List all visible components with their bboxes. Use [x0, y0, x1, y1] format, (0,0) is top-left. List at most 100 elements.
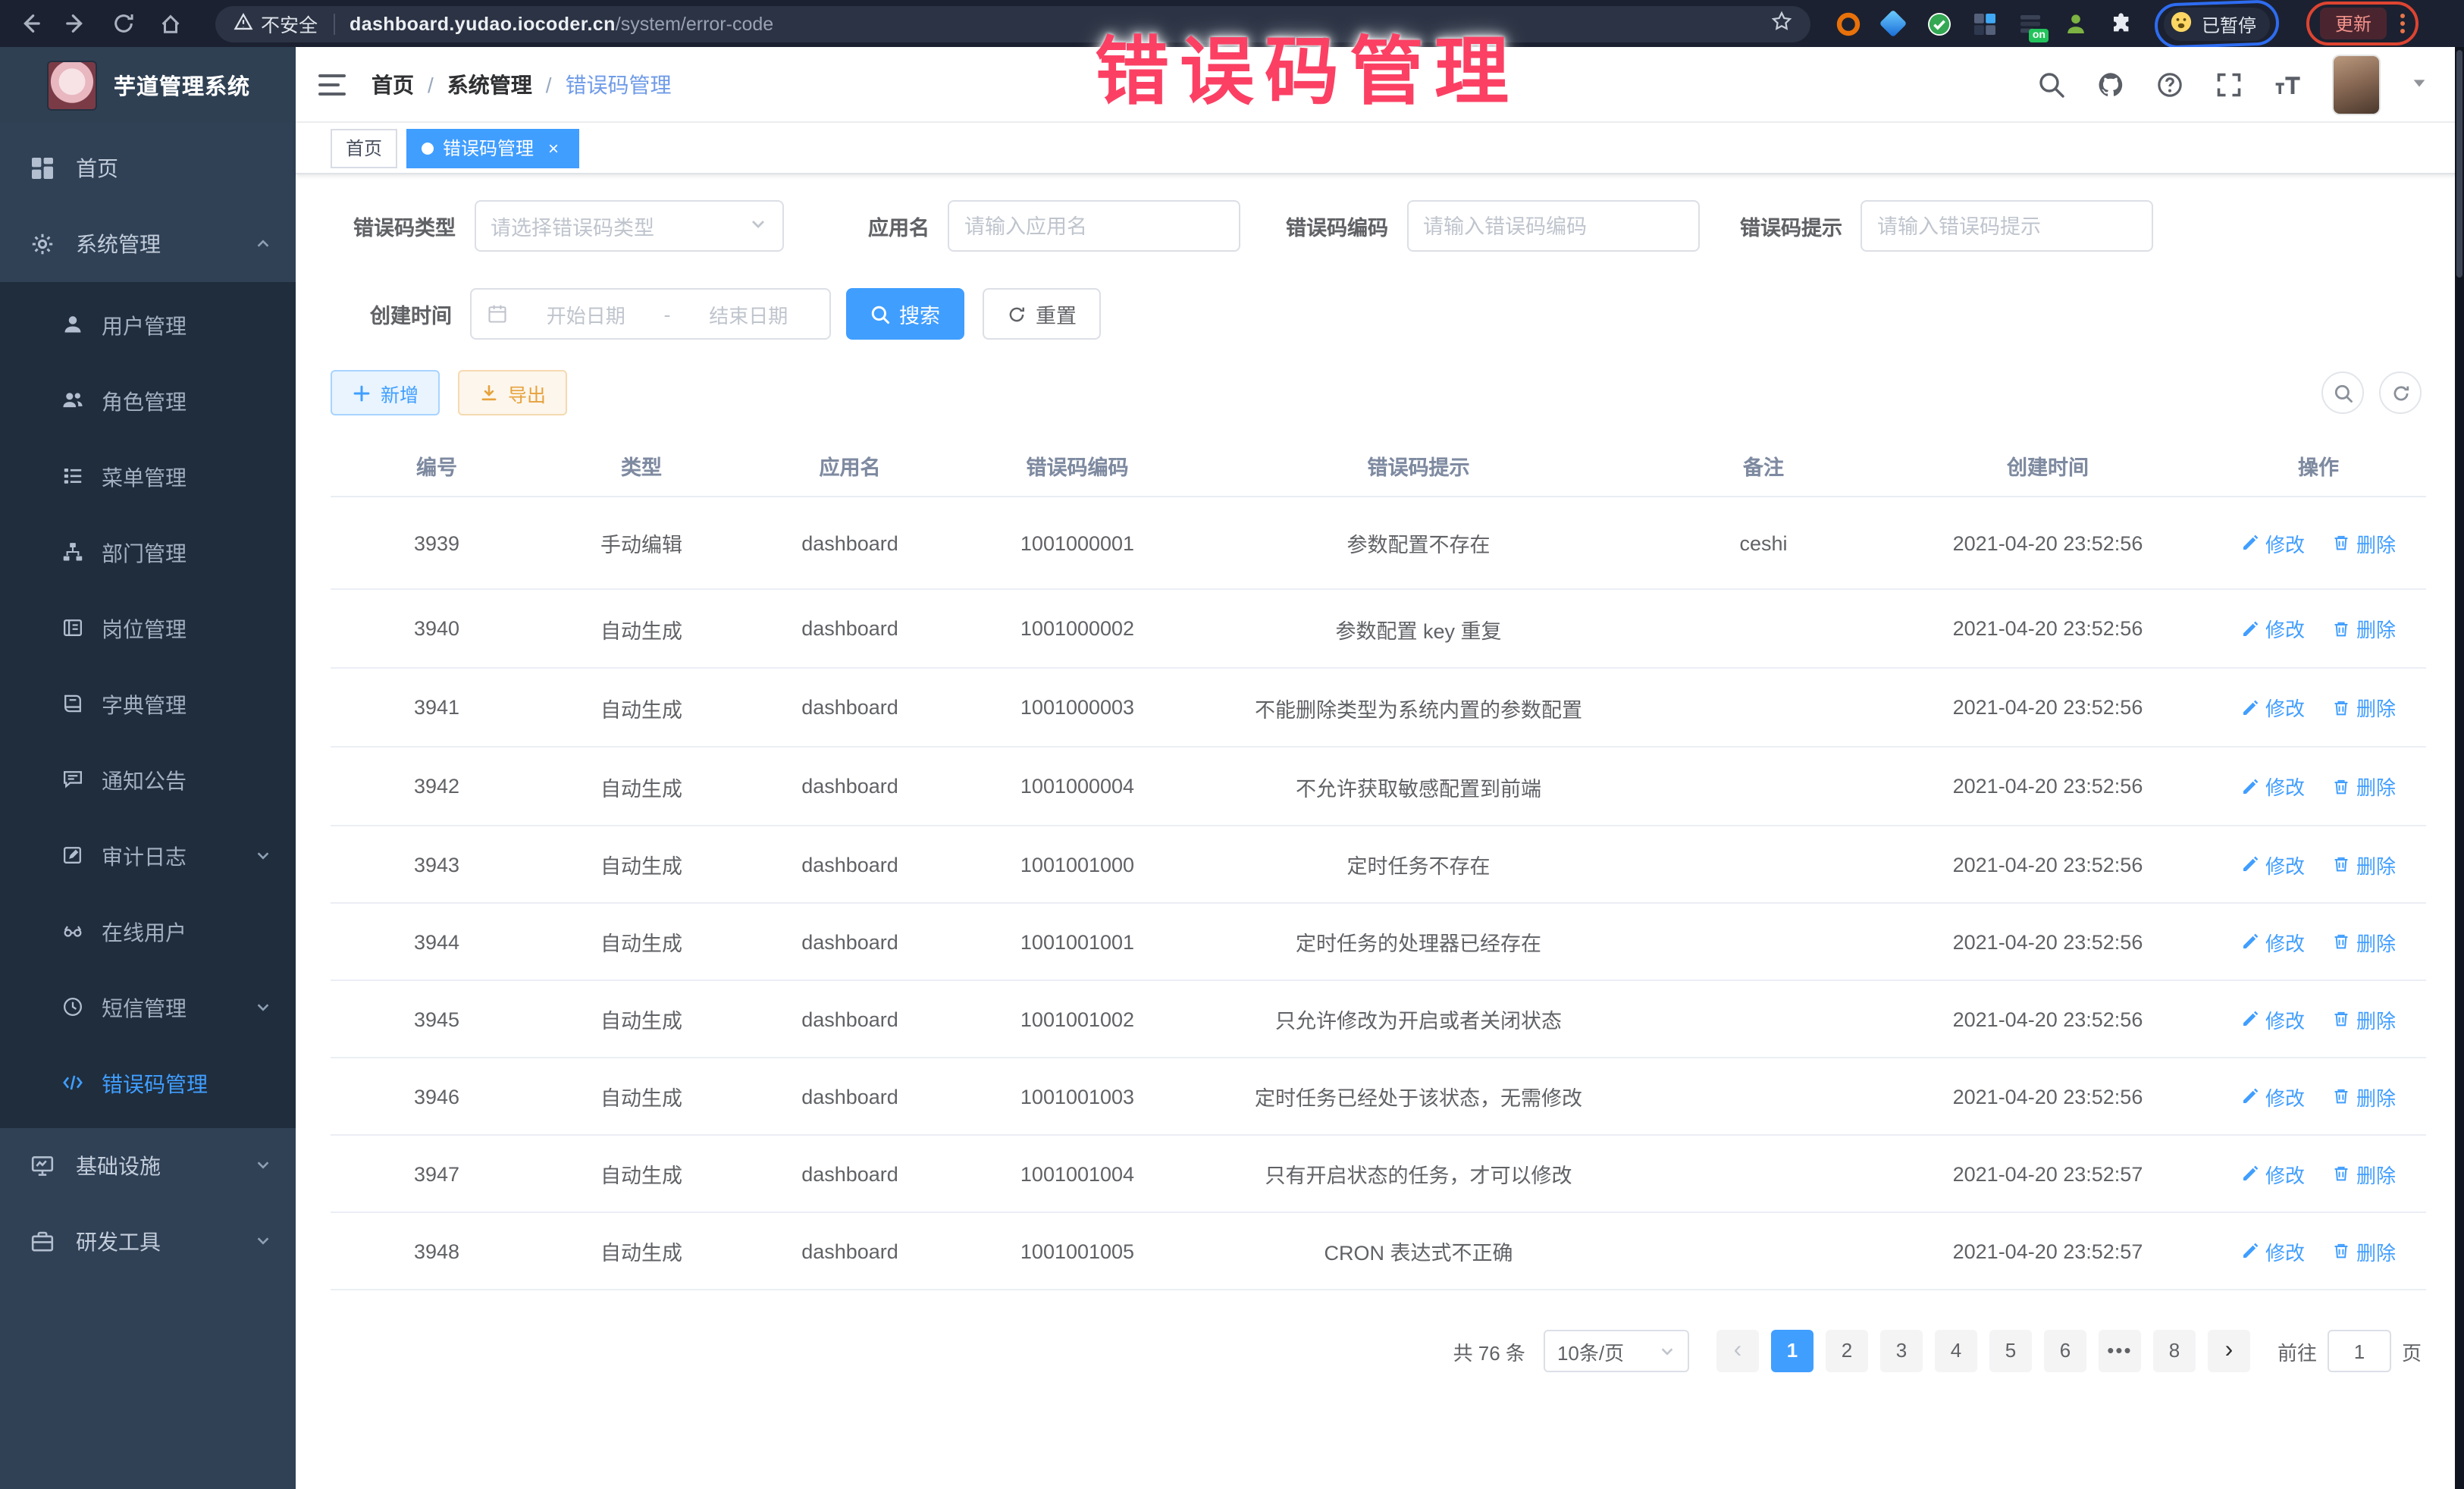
- error-message-input[interactable]: [1877, 215, 2136, 237]
- delete-link[interactable]: 删除: [2332, 1237, 2396, 1265]
- sidebar-item-菜单管理[interactable]: 菜单管理: [0, 440, 296, 516]
- tag-close-icon[interactable]: ×: [543, 137, 564, 158]
- error-code-input[interactable]: [1423, 215, 1682, 237]
- page-button-3[interactable]: 3: [1880, 1330, 1923, 1372]
- page-button-2[interactable]: 2: [1826, 1330, 1868, 1372]
- sidebar-item-岗位管理[interactable]: 岗位管理: [0, 591, 296, 667]
- page-button-5[interactable]: 5: [1989, 1330, 2032, 1372]
- sidebar-item-label: 角色管理: [102, 387, 187, 417]
- page-button-4[interactable]: 4: [1935, 1330, 1977, 1372]
- page-button-8[interactable]: 8: [2153, 1330, 2196, 1372]
- fullscreen-icon[interactable]: [2215, 71, 2243, 98]
- add-button[interactable]: 新增: [331, 370, 440, 415]
- edit-link[interactable]: 修改: [2241, 614, 2305, 643]
- breadcrumb: 首页 / 系统管理 / 错误码管理: [371, 69, 672, 99]
- sidebar-menu: 首页系统管理用户管理角色管理菜单管理部门管理岗位管理字典管理通知公告审计日志在线…: [0, 123, 296, 1280]
- breadcrumb-home[interactable]: 首页: [371, 69, 414, 99]
- date-range-picker[interactable]: 开始日期 - 结束日期: [470, 288, 831, 340]
- url-host: dashboard.yudao.iocoder.cn: [350, 13, 616, 34]
- browser-scrollbar[interactable]: [2455, 47, 2464, 1489]
- extensions-puzzle-icon[interactable]: [2108, 11, 2133, 36]
- red-annotation-circle: 更新: [2306, 2, 2419, 45]
- cell-remark: [1642, 1212, 1885, 1290]
- delete-link[interactable]: 删除: [2332, 850, 2396, 879]
- page-size-select[interactable]: 10条/页: [1544, 1330, 1689, 1372]
- scrollbar-thumb[interactable]: [2456, 50, 2462, 277]
- sidebar-item-基础设施[interactable]: 基础设施: [0, 1128, 296, 1204]
- sidebar-item-短信管理[interactable]: 短信管理: [0, 970, 296, 1046]
- help-icon[interactable]: [2156, 71, 2183, 98]
- address-bar[interactable]: 不安全 dashboard.yudao.iocoder.cn /system/e…: [215, 5, 1810, 42]
- home-icon[interactable]: [159, 12, 182, 35]
- hamburger-icon[interactable]: [318, 72, 346, 96]
- edit-link[interactable]: 修改: [2241, 1005, 2305, 1033]
- forward-icon[interactable]: [65, 12, 88, 35]
- tag-home[interactable]: 首页: [331, 128, 397, 168]
- extension-squares-icon[interactable]: [1971, 11, 1997, 36]
- export-button[interactable]: 导出: [458, 370, 567, 415]
- delete-link[interactable]: 删除: [2332, 1082, 2396, 1111]
- extension-green-check-icon[interactable]: [1926, 11, 1951, 36]
- tag-label: 首页: [346, 135, 382, 161]
- more-pages-button[interactable]: •••: [2099, 1330, 2141, 1372]
- app-logo[interactable]: 芋道管理系统: [0, 47, 296, 123]
- id-badge-icon: [62, 617, 83, 641]
- extension-gem-icon[interactable]: [1880, 11, 1906, 36]
- next-page-button[interactable]: ›: [2208, 1330, 2250, 1372]
- refresh-table-button[interactable]: [2379, 371, 2422, 414]
- sidebar-item-研发工具[interactable]: 研发工具: [0, 1204, 296, 1280]
- delete-link[interactable]: 删除: [2332, 693, 2396, 722]
- delete-link[interactable]: 删除: [2332, 927, 2396, 956]
- delete-link[interactable]: 删除: [2332, 528, 2396, 557]
- edit-link[interactable]: 修改: [2241, 693, 2305, 722]
- profile-paused-badge[interactable]: 已暂停: [2164, 7, 2270, 40]
- browser-update-button[interactable]: 更新: [2320, 8, 2387, 39]
- cell-id: 3945: [331, 980, 543, 1058]
- header-search-icon[interactable]: [2038, 71, 2065, 98]
- avatar-caret-down-icon[interactable]: [2411, 71, 2428, 98]
- page-button-1[interactable]: 1: [1771, 1330, 1814, 1372]
- sidebar-item-首页[interactable]: 首页: [0, 130, 296, 206]
- sidebar-item-审计日志[interactable]: 审计日志: [0, 819, 296, 895]
- reload-icon[interactable]: [112, 12, 135, 35]
- user-avatar[interactable]: [2334, 55, 2379, 113]
- browser-menu-icon[interactable]: [2400, 14, 2405, 33]
- font-size-icon[interactable]: [2274, 71, 2302, 98]
- prev-page-button[interactable]: ‹: [1716, 1330, 1759, 1372]
- breadcrumb-system[interactable]: 系统管理: [447, 69, 532, 99]
- sidebar-item-部门管理[interactable]: 部门管理: [0, 516, 296, 591]
- sidebar-item-错误码管理[interactable]: 错误码管理: [0, 1046, 296, 1122]
- table-body: 3939手动编辑dashboard1001000001参数配置不存在ceshi2…: [331, 497, 2426, 1290]
- toggle-search-button[interactable]: [2321, 371, 2364, 414]
- search-button[interactable]: 搜索: [846, 288, 964, 340]
- delete-link[interactable]: 删除: [2332, 614, 2396, 643]
- back-icon[interactable]: [18, 12, 41, 35]
- reset-button[interactable]: 重置: [983, 288, 1101, 340]
- sidebar-item-通知公告[interactable]: 通知公告: [0, 743, 296, 819]
- edit-link[interactable]: 修改: [2241, 850, 2305, 879]
- app-name-input[interactable]: [964, 215, 1224, 237]
- page-button-6[interactable]: 6: [2044, 1330, 2086, 1372]
- edit-link[interactable]: 修改: [2241, 528, 2305, 557]
- bookmark-star-icon[interactable]: [1771, 11, 1792, 36]
- error-type-select[interactable]: 请选择错误码类型: [474, 200, 783, 252]
- extension-switch-icon[interactable]: on: [2017, 11, 2042, 36]
- edit-link[interactable]: 修改: [2241, 927, 2305, 956]
- tag-error-code[interactable]: 错误码管理 ×: [406, 128, 579, 168]
- extension-orange-icon[interactable]: [1835, 11, 1861, 36]
- github-icon[interactable]: [2097, 71, 2124, 98]
- edit-link[interactable]: 修改: [2241, 1237, 2305, 1265]
- sidebar-item-在线用户[interactable]: 在线用户: [0, 895, 296, 970]
- sidebar-item-字典管理[interactable]: 字典管理: [0, 667, 296, 743]
- delete-link[interactable]: 删除: [2332, 1005, 2396, 1033]
- edit-link[interactable]: 修改: [2241, 1159, 2305, 1188]
- extension-person-icon[interactable]: [2062, 11, 2088, 36]
- goto-page-input[interactable]: [2328, 1330, 2391, 1372]
- sidebar-item-用户管理[interactable]: 用户管理: [0, 288, 296, 364]
- edit-link[interactable]: 修改: [2241, 772, 2305, 801]
- sidebar-item-系统管理[interactable]: 系统管理: [0, 206, 296, 282]
- edit-link[interactable]: 修改: [2241, 1082, 2305, 1111]
- delete-link[interactable]: 删除: [2332, 1159, 2396, 1188]
- sidebar-item-角色管理[interactable]: 角色管理: [0, 364, 296, 440]
- delete-link[interactable]: 删除: [2332, 772, 2396, 801]
